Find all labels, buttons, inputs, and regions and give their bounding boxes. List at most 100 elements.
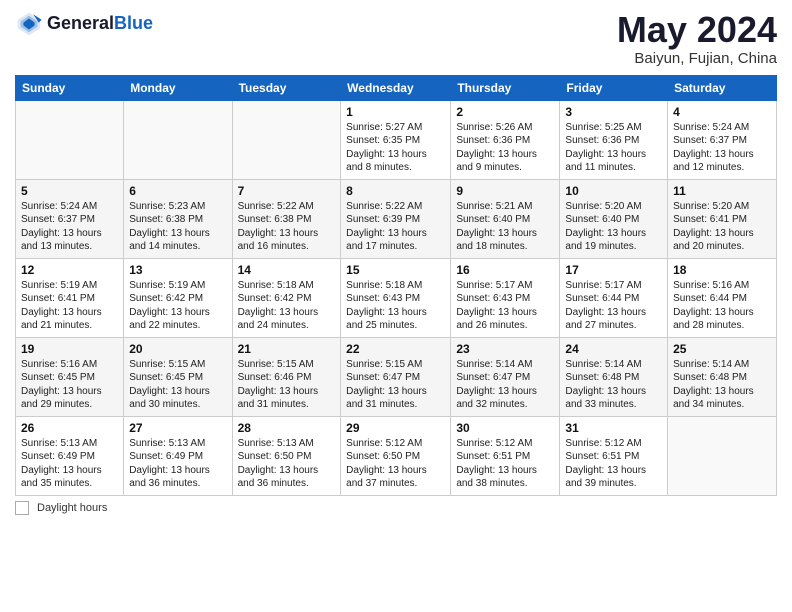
calendar-cell: 7Sunrise: 5:22 AM Sunset: 6:38 PM Daylig… (232, 179, 341, 258)
day-number: 20 (129, 342, 226, 356)
day-info: Sunrise: 5:13 AM Sunset: 6:49 PM Dayligh… (21, 437, 118, 491)
day-info: Sunrise: 5:18 AM Sunset: 6:43 PM Dayligh… (346, 279, 445, 333)
calendar-cell: 25 Sunrise: 5:14 AM Sunset: 6:48 PM Dayli… (668, 337, 777, 416)
day-number: 6 (129, 184, 226, 198)
day-info: Sunrise: 5:16 AM Sunset: 6:45 PM Dayligh… (21, 358, 118, 412)
day-number: 4 (673, 105, 771, 119)
weekday-header-wednesday: Wednesday (341, 75, 451, 100)
calendar-cell: 26 Sunrise: 5:13 AM Sunset: 6:49 PM Dayli… (16, 416, 124, 495)
day-number: 9 (456, 184, 554, 198)
day-info: Sunrise: 5:12 AM Sunset: 6:51 PM Dayligh… (565, 437, 662, 491)
day-number: 1 (346, 105, 445, 119)
day-number: 12 (21, 263, 118, 277)
day-number: 30 (456, 421, 554, 435)
calendar-cell: 8 Sunrise: 5:22 AM Sunset: 6:39 PM Daylig… (341, 179, 451, 258)
calendar-cell: 19 Sunrise: 5:16 AM Sunset: 6:45 PM Dayli… (16, 337, 124, 416)
day-number: 26 (21, 421, 118, 435)
day-number: 5 (21, 184, 118, 198)
day-info: Sunrise: 5:24 AM Sunset: 6:37 PM Dayligh… (21, 200, 118, 254)
weekday-header-tuesday: Tuesday (232, 75, 341, 100)
day-info: Sunrise: 5:13 AM Sunset: 6:50 PM Dayligh… (238, 437, 336, 491)
calendar-cell: 23Sunrise: 5:14 AM Sunset: 6:47 PM Dayli… (451, 337, 560, 416)
day-number: 18 (673, 263, 771, 277)
day-number: 8 (346, 184, 445, 198)
day-info: Sunrise: 5:23 AM Sunset: 6:38 PM Dayligh… (129, 200, 226, 254)
day-info: Sunrise: 5:16 AM Sunset: 6:44 PM Dayligh… (673, 279, 771, 333)
day-number: 13 (129, 263, 226, 277)
calendar-cell (16, 100, 124, 179)
day-info: Sunrise: 5:15 AM Sunset: 6:45 PM Dayligh… (129, 358, 226, 412)
calendar-table: SundayMondayTuesdayWednesdayThursdayFrid… (15, 75, 777, 496)
day-number: 31 (565, 421, 662, 435)
day-number: 25 (673, 342, 771, 356)
calendar-cell: 2Sunrise: 5:26 AM Sunset: 6:36 PM Daylig… (451, 100, 560, 179)
day-number: 29 (346, 421, 445, 435)
day-info: Sunrise: 5:14 AM Sunset: 6:48 PM Dayligh… (565, 358, 662, 412)
calendar-cell: 31 Sunrise: 5:12 AM Sunset: 6:51 PM Dayli… (560, 416, 668, 495)
day-info: Sunrise: 5:19 AM Sunset: 6:41 PM Dayligh… (21, 279, 118, 333)
day-info: Sunrise: 5:15 AM Sunset: 6:47 PM Dayligh… (346, 358, 445, 412)
calendar-cell: 1Sunrise: 5:27 AM Sunset: 6:35 PM Daylig… (341, 100, 451, 179)
logo-blue: Blue (114, 13, 153, 33)
day-number: 19 (21, 342, 118, 356)
logo: GeneralBlue (15, 10, 153, 38)
calendar-cell (668, 416, 777, 495)
calendar-cell: 6 Sunrise: 5:23 AM Sunset: 6:38 PM Daylig… (124, 179, 232, 258)
calendar-cell: 12 Sunrise: 5:19 AM Sunset: 6:41 PM Dayli… (16, 258, 124, 337)
calendar-cell: 20 Sunrise: 5:15 AM Sunset: 6:45 PM Dayli… (124, 337, 232, 416)
day-info: Sunrise: 5:15 AM Sunset: 6:46 PM Dayligh… (238, 358, 336, 412)
day-info: Sunrise: 5:21 AM Sunset: 6:40 PM Dayligh… (456, 200, 554, 254)
day-info: Sunrise: 5:24 AM Sunset: 6:37 PM Dayligh… (673, 121, 771, 175)
calendar-cell: 30 Sunrise: 5:12 AM Sunset: 6:51 PM Dayli… (451, 416, 560, 495)
calendar-cell: 11 Sunrise: 5:20 AM Sunset: 6:41 PM Dayli… (668, 179, 777, 258)
calendar-cell: 17Sunrise: 5:17 AM Sunset: 6:44 PM Dayli… (560, 258, 668, 337)
calendar-cell: 21Sunrise: 5:15 AM Sunset: 6:46 PM Dayli… (232, 337, 341, 416)
calendar-cell: 22 Sunrise: 5:15 AM Sunset: 6:47 PM Dayli… (341, 337, 451, 416)
calendar-cell (232, 100, 341, 179)
logo-general: General (47, 13, 114, 33)
calendar-cell: 24 Sunrise: 5:14 AM Sunset: 6:48 PM Dayli… (560, 337, 668, 416)
calendar-week-5: 26 Sunrise: 5:13 AM Sunset: 6:49 PM Dayli… (16, 416, 777, 495)
calendar-cell: 29 Sunrise: 5:12 AM Sunset: 6:50 PM Dayli… (341, 416, 451, 495)
day-number: 10 (565, 184, 662, 198)
calendar-week-1: 1Sunrise: 5:27 AM Sunset: 6:35 PM Daylig… (16, 100, 777, 179)
calendar-cell: 27 Sunrise: 5:13 AM Sunset: 6:49 PM Dayli… (124, 416, 232, 495)
day-info: Sunrise: 5:18 AM Sunset: 6:42 PM Dayligh… (238, 279, 336, 333)
day-info: Sunrise: 5:12 AM Sunset: 6:51 PM Dayligh… (456, 437, 554, 491)
weekday-header-monday: Monday (124, 75, 232, 100)
day-number: 14 (238, 263, 336, 277)
day-number: 22 (346, 342, 445, 356)
day-info: Sunrise: 5:14 AM Sunset: 6:48 PM Dayligh… (673, 358, 771, 412)
calendar-cell: 13 Sunrise: 5:19 AM Sunset: 6:42 PM Dayli… (124, 258, 232, 337)
weekday-header-row: SundayMondayTuesdayWednesdayThursdayFrid… (16, 75, 777, 100)
day-number: 11 (673, 184, 771, 198)
calendar-cell: 18 Sunrise: 5:16 AM Sunset: 6:44 PM Dayli… (668, 258, 777, 337)
header: GeneralBlue May 2024 Baiyun, Fujian, Chi… (15, 10, 777, 67)
daylight-legend-label: Daylight hours (37, 502, 107, 514)
day-number: 27 (129, 421, 226, 435)
calendar-cell: 14 Sunrise: 5:18 AM Sunset: 6:42 PM Dayli… (232, 258, 341, 337)
day-info: Sunrise: 5:19 AM Sunset: 6:42 PM Dayligh… (129, 279, 226, 333)
calendar-week-3: 12 Sunrise: 5:19 AM Sunset: 6:41 PM Dayli… (16, 258, 777, 337)
weekday-header-saturday: Saturday (668, 75, 777, 100)
calendar-cell: 16Sunrise: 5:17 AM Sunset: 6:43 PM Dayli… (451, 258, 560, 337)
calendar-cell: 9 Sunrise: 5:21 AM Sunset: 6:40 PM Daylig… (451, 179, 560, 258)
day-info: Sunrise: 5:26 AM Sunset: 6:36 PM Dayligh… (456, 121, 554, 175)
daylight-legend-box (15, 501, 29, 515)
logo-text: GeneralBlue (47, 14, 153, 34)
subtitle: Baiyun, Fujian, China (617, 50, 777, 67)
calendar-cell: 28Sunrise: 5:13 AM Sunset: 6:50 PM Dayli… (232, 416, 341, 495)
day-number: 17 (565, 263, 662, 277)
weekday-header-friday: Friday (560, 75, 668, 100)
day-info: Sunrise: 5:22 AM Sunset: 6:39 PM Dayligh… (346, 200, 445, 254)
day-info: Sunrise: 5:22 AM Sunset: 6:38 PM Dayligh… (238, 200, 336, 254)
page: GeneralBlue May 2024 Baiyun, Fujian, Chi… (0, 0, 792, 612)
month-title: May 2024 (617, 10, 777, 50)
weekday-header-thursday: Thursday (451, 75, 560, 100)
logo-icon (15, 10, 43, 38)
day-info: Sunrise: 5:12 AM Sunset: 6:50 PM Dayligh… (346, 437, 445, 491)
footer: Daylight hours (15, 501, 777, 515)
day-number: 24 (565, 342, 662, 356)
day-info: Sunrise: 5:13 AM Sunset: 6:49 PM Dayligh… (129, 437, 226, 491)
day-info: Sunrise: 5:20 AM Sunset: 6:41 PM Dayligh… (673, 200, 771, 254)
